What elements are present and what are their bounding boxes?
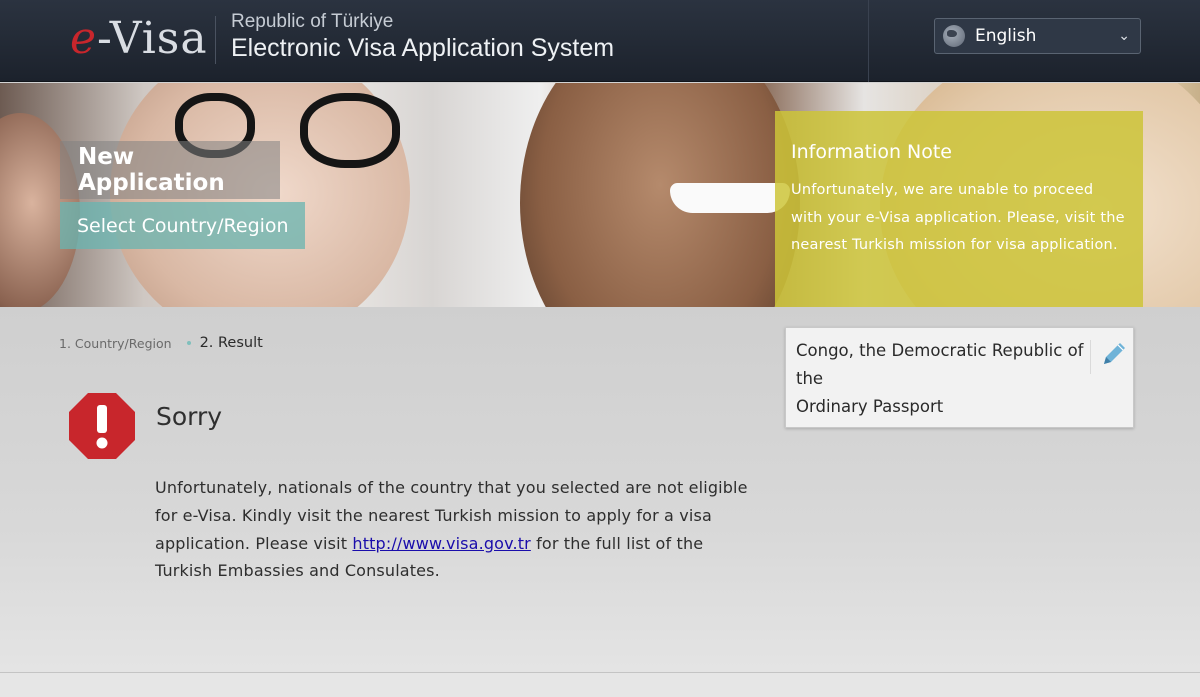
step-country-region: 1. Country/Region [59, 335, 172, 351]
chevron-down-icon: ⌄ [1118, 28, 1130, 44]
language-selected: English [975, 26, 1037, 46]
site-header: e-Visa Republic of Türkiye Electronic Vi… [0, 0, 1200, 82]
selected-document: Ordinary Passport [796, 397, 944, 416]
pencil-icon[interactable] [1100, 340, 1128, 368]
visa-gov-link[interactable]: http://www.visa.gov.tr [352, 534, 530, 553]
banner-glasses-right [300, 93, 400, 168]
header-separator [868, 0, 869, 82]
new-application-box: New Application [60, 141, 280, 199]
information-note-body: Unfortunately, we are unable to proceed … [791, 182, 1125, 253]
information-note-title: Information Note [791, 141, 952, 163]
page-footer-strip [0, 672, 1200, 697]
main-content: 1. Country/Region 2. Result Sorry Unfort… [0, 307, 1200, 672]
brand-subtitle: Republic of Türkiye [231, 11, 394, 32]
hero-banner: New Application Select Country/Region In… [0, 83, 1200, 307]
edit-divider [1090, 340, 1091, 374]
selection-summary-card: Congo, the Democratic Republic of the Or… [785, 327, 1134, 428]
new-application-title: New Application [78, 144, 225, 196]
stop-alert-icon [69, 393, 135, 459]
evisa-logo[interactable]: e-Visa [70, 14, 208, 64]
logo-visa: -Visa [97, 13, 208, 64]
step-breadcrumb: 1. Country/Region 2. Result [59, 335, 263, 351]
language-select[interactable]: English ⌄ [934, 18, 1141, 54]
select-country-box: Select Country/Region [60, 202, 305, 249]
result-title: Sorry [156, 402, 223, 431]
brand-title: Electronic Visa Application System [231, 34, 615, 62]
result-message: Unfortunately, nationals of the country … [155, 474, 755, 585]
logo-divider [215, 16, 216, 64]
step-separator-dot [186, 341, 191, 345]
globe-icon [943, 25, 965, 47]
information-note: Information Note Unfortunately, we are u… [775, 111, 1143, 307]
logo-e: e [70, 13, 98, 64]
banner-smile [670, 183, 790, 213]
step-result: 2. Result [199, 335, 263, 351]
select-country-label: Select Country/Region [77, 214, 289, 237]
selected-country: Congo, the Democratic Republic of the [796, 341, 1084, 388]
